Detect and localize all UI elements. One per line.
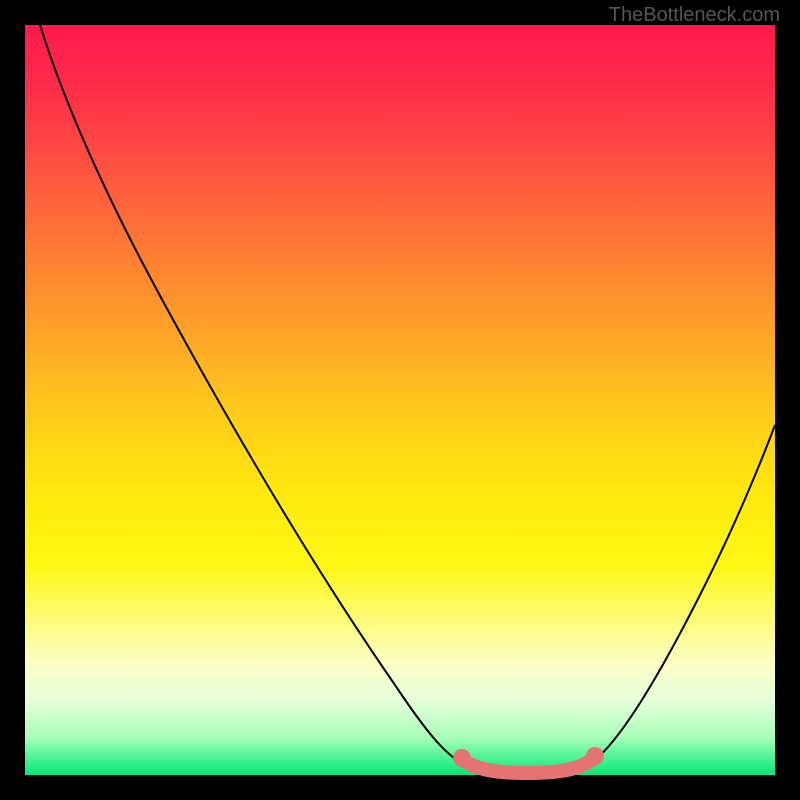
highlight-start-dot — [453, 749, 471, 767]
highlight-segment — [463, 759, 593, 773]
chart-plot-area — [25, 25, 775, 775]
watermark-text: TheBottleneck.com — [609, 4, 780, 27]
chart-svg — [25, 25, 775, 775]
highlight-end-dot — [586, 747, 604, 765]
bottleneck-curve — [40, 25, 775, 773]
